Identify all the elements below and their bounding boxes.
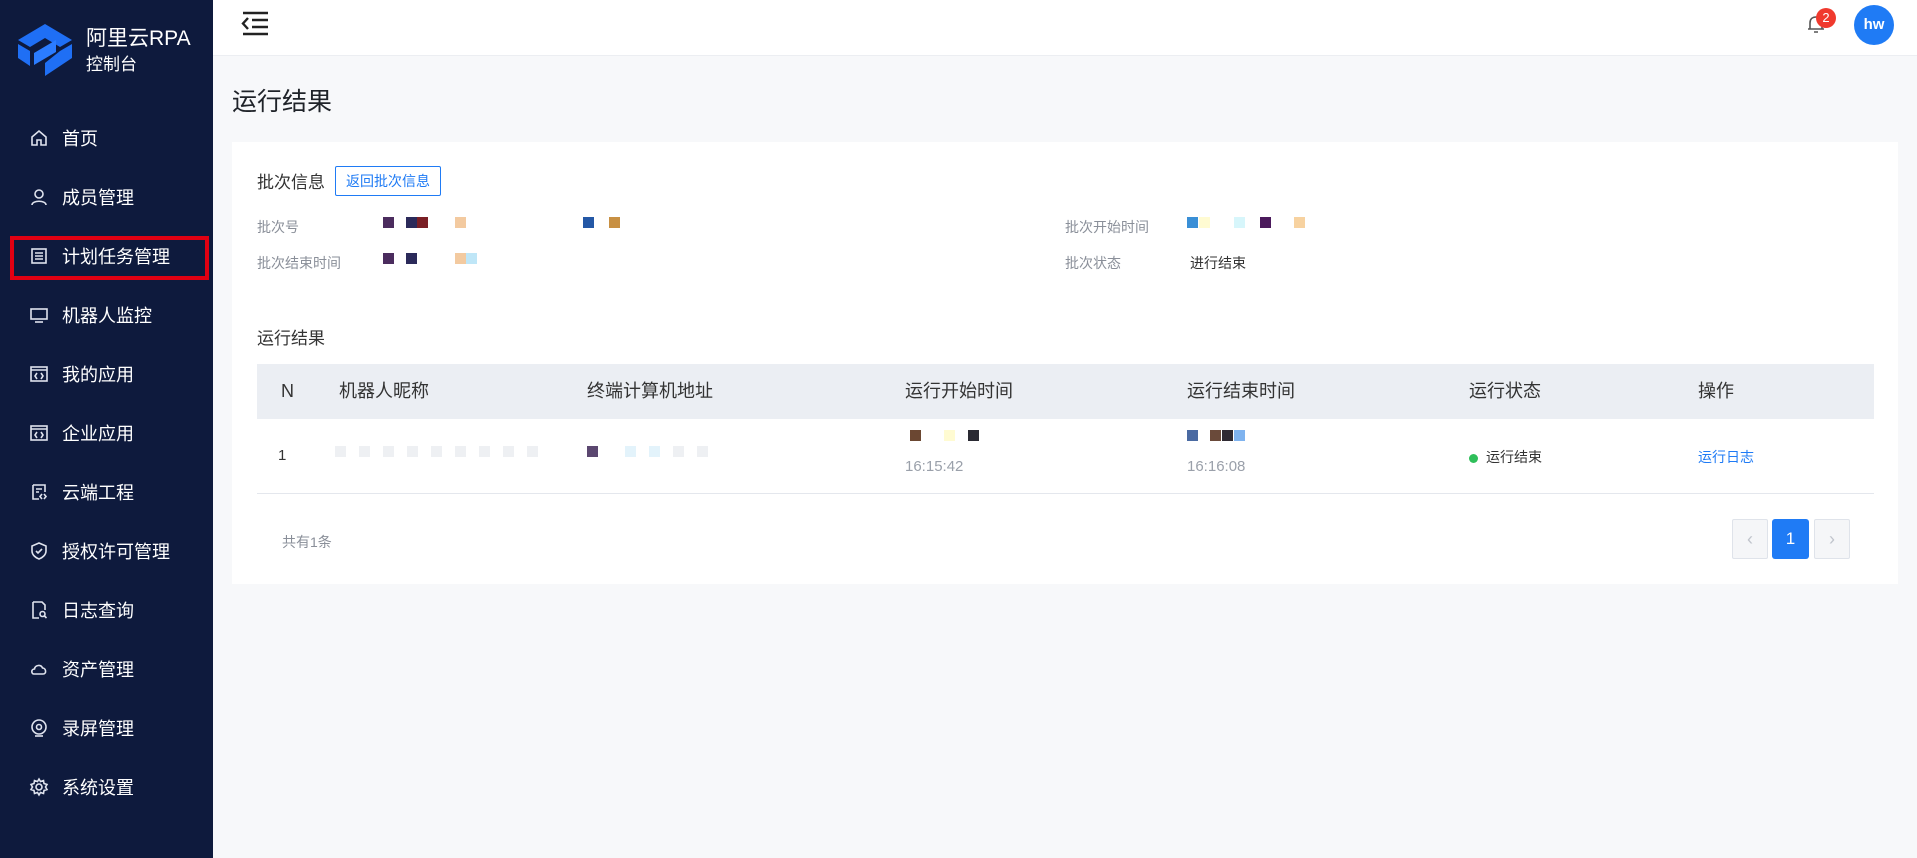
sidebar-item-home[interactable]: 首页 (0, 108, 213, 167)
batch-status-value: 进行结束 (1190, 255, 1246, 271)
sidebar-item-label: 机器人监控 (62, 305, 152, 326)
column-header-end-time: 运行结束时间 (1187, 381, 1295, 401)
sidebar-item-scheduled-tasks[interactable]: 计划任务管理 (0, 226, 213, 285)
gear-icon (28, 776, 50, 798)
sidebar-item-robot-monitor[interactable]: 机器人监控 (0, 285, 213, 344)
sidebar-item-label: 云端工程 (62, 482, 134, 503)
row-index: 1 (278, 447, 287, 464)
table-row: 1 16:15:42 16:16:08 运行结束 运行日志 (257, 419, 1874, 494)
next-page-button[interactable]: › (1814, 519, 1850, 559)
sidebar-item-label: 计划任务管理 (62, 246, 170, 267)
batch-end-time-label: 批次结束时间 (257, 255, 341, 271)
code-window-icon (28, 422, 50, 444)
sidebar-item-label: 成员管理 (62, 187, 134, 208)
column-header-status: 运行状态 (1469, 381, 1541, 401)
batch-start-time-redacted (1187, 217, 1337, 229)
home-icon (28, 127, 50, 149)
notification-badge: 2 (1816, 8, 1836, 28)
batch-end-time-redacted (383, 253, 533, 265)
chevron-left-icon: ‹ (1747, 528, 1753, 549)
batch-info-title: 批次信息 (257, 173, 325, 192)
column-header-terminal-address: 终端计算机地址 (587, 381, 713, 401)
avatar[interactable]: hw (1854, 5, 1894, 45)
total-count: 共有1条 (282, 534, 332, 550)
brand[interactable]: 阿里云RPA 控制台 (16, 22, 206, 82)
sidebar-item-label: 资产管理 (62, 659, 134, 680)
sidebar-item-label: 日志查询 (62, 600, 134, 621)
page-title: 运行结果 (232, 88, 333, 116)
run-end-time: 16:16:08 (1187, 458, 1246, 475)
chevron-right-icon: › (1829, 528, 1835, 549)
brand-subtitle: 控制台 (86, 55, 137, 74)
run-status: 运行结束 (1469, 447, 1542, 467)
sidebar-item-label: 我的应用 (62, 364, 134, 385)
column-header-robot-nickname: 机器人昵称 (339, 381, 429, 401)
sidebar-item-assets[interactable]: 资产管理 (0, 639, 213, 698)
sidebar: 阿里云RPA 控制台 首页 成员管理 计划任务管理 机器人监控 我的应用 企业应… (0, 0, 213, 858)
sidebar-menu: 首页 成员管理 计划任务管理 机器人监控 我的应用 企业应用 云端工程 授权许可… (0, 108, 213, 816)
log-search-icon (28, 599, 50, 621)
run-start-time: 16:15:42 (905, 458, 964, 475)
sidebar-item-screen-record[interactable]: 录屏管理 (0, 698, 213, 757)
menu-collapse-icon[interactable] (239, 10, 271, 38)
sidebar-item-license[interactable]: 授权许可管理 (0, 521, 213, 580)
sidebar-item-members[interactable]: 成员管理 (0, 167, 213, 226)
monitor-icon (28, 304, 50, 326)
cloud-project-icon (28, 481, 50, 503)
cloud-icon (28, 658, 50, 680)
sidebar-item-log-query[interactable]: 日志查询 (0, 580, 213, 639)
sidebar-item-label: 授权许可管理 (62, 541, 170, 562)
batch-no-value-redacted (383, 217, 663, 229)
column-header-n: N (281, 381, 294, 401)
record-icon (28, 717, 50, 739)
list-icon (28, 245, 50, 267)
brand-name: 阿里云RPA (86, 27, 191, 50)
page-number-current[interactable]: 1 (1772, 519, 1809, 559)
results-title: 运行结果 (257, 329, 325, 348)
robot-nickname-redacted (335, 446, 545, 458)
aliyun-rpa-logo-icon (18, 24, 72, 76)
result-card: 批次信息 返回批次信息 批次号 批次开始时间 批次结束时间 批次状态 进行结束 … (232, 142, 1898, 584)
batch-no-label: 批次号 (257, 219, 299, 235)
prev-page-button[interactable]: ‹ (1732, 519, 1768, 559)
column-header-start-time: 运行开始时间 (905, 381, 1013, 401)
sidebar-item-label: 企业应用 (62, 423, 134, 444)
batch-start-time-label: 批次开始时间 (1065, 219, 1149, 235)
shield-check-icon (28, 540, 50, 562)
sidebar-item-label: 录屏管理 (62, 718, 134, 739)
sidebar-item-label: 系统设置 (62, 777, 134, 798)
sidebar-item-my-apps[interactable]: 我的应用 (0, 344, 213, 403)
run-status-text: 运行结束 (1486, 449, 1542, 465)
terminal-address-redacted (587, 446, 717, 458)
results-table-header: N 机器人昵称 终端计算机地址 运行开始时间 运行结束时间 运行状态 操作 (257, 364, 1874, 419)
status-dot-icon (1469, 453, 1478, 463)
sidebar-item-enterprise-apps[interactable]: 企业应用 (0, 403, 213, 462)
sidebar-item-cloud-projects[interactable]: 云端工程 (0, 462, 213, 521)
user-icon (28, 186, 50, 208)
code-window-icon (28, 363, 50, 385)
end-date-redacted (1187, 430, 1267, 442)
top-header: 2 hw (213, 0, 1917, 56)
back-to-batch-button[interactable]: 返回批次信息 (335, 166, 441, 196)
column-header-action: 操作 (1698, 381, 1734, 401)
start-date-redacted (910, 430, 990, 442)
sidebar-item-system-settings[interactable]: 系统设置 (0, 757, 213, 816)
run-log-link[interactable]: 运行日志 (1698, 447, 1754, 467)
batch-status-label: 批次状态 (1065, 255, 1121, 271)
sidebar-item-label: 首页 (62, 128, 98, 149)
